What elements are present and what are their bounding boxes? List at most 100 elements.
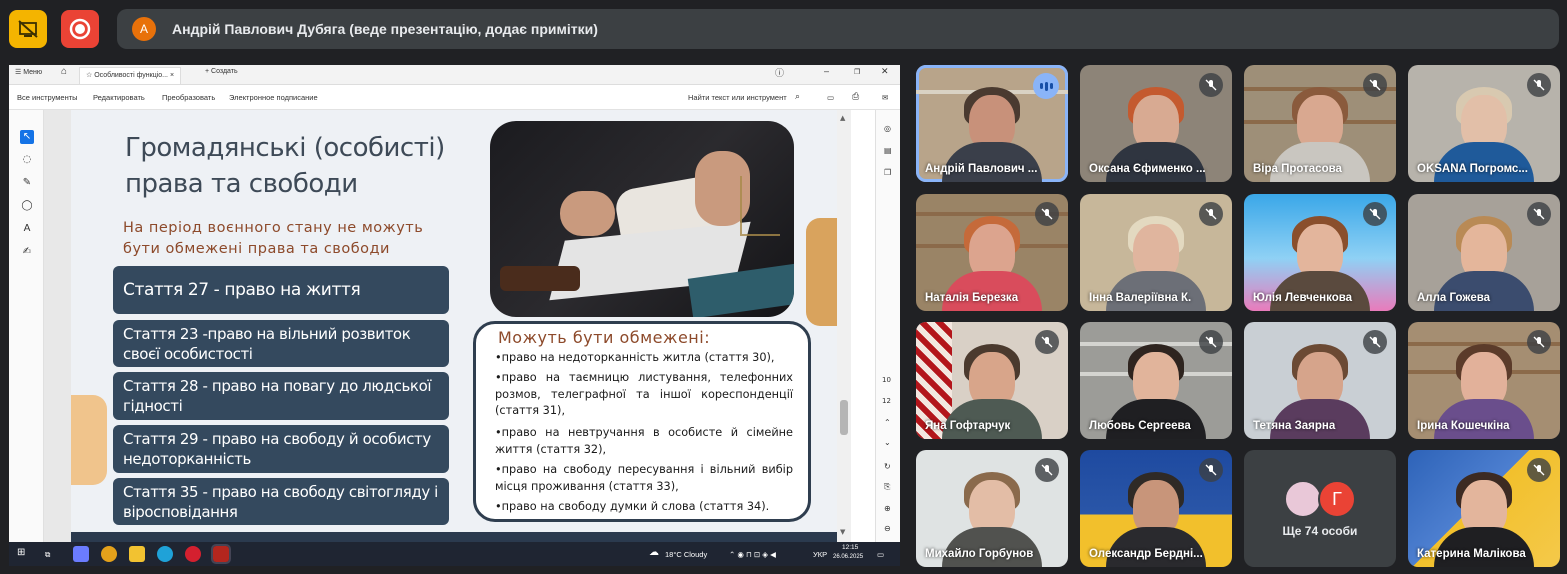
file-explorer-icon[interactable] bbox=[129, 546, 145, 562]
participant-tile[interactable]: Оксана Єфименко ... bbox=[1080, 65, 1232, 182]
presenter-banner-text: Андрій Павлович Дубяга (веде презентацію… bbox=[172, 21, 598, 37]
print-icon[interactable]: ⎙ bbox=[852, 91, 859, 102]
scroll-up-icon: ▲ bbox=[840, 114, 846, 122]
search-tools-input[interactable]: Найти текст или инструмент bbox=[688, 93, 787, 102]
pages-icon[interactable]: ❒ bbox=[884, 168, 891, 177]
toolbar-all-tools[interactable]: Все инструменты bbox=[17, 93, 78, 102]
close-tab-icon: × bbox=[169, 72, 175, 79]
windows-taskbar: ⊞ ⧉ ☁ 18°C Cloudy ⌃ ◉ ⊓ ⊡ ◈ ◀ УКР 12:15 … bbox=[9, 542, 900, 566]
participant-tile[interactable]: Наталія Березка bbox=[916, 194, 1068, 311]
restrictions-title: Можуть бути обмежені: bbox=[498, 328, 711, 347]
close-window-icon[interactable]: ✕ bbox=[881, 66, 889, 77]
participant-avatar: Г bbox=[1318, 480, 1356, 518]
toolbar-edit[interactable]: Редактировать bbox=[93, 93, 145, 102]
menu-button[interactable]: ☰ Меню bbox=[15, 68, 42, 76]
participant-name: Тетяна Заярна bbox=[1253, 420, 1336, 432]
minimize-icon[interactable]: – bbox=[824, 66, 829, 76]
text-box-icon[interactable]: A bbox=[20, 222, 34, 236]
search-icon[interactable]: ⌕ bbox=[795, 91, 800, 102]
participant-tile[interactable]: Андрій Павлович ... bbox=[916, 65, 1068, 182]
zoom-in-icon[interactable]: ⊕ bbox=[884, 504, 891, 513]
mic-off-icon bbox=[1035, 202, 1059, 226]
participant-tile[interactable]: Ірина Кошечкіна bbox=[1408, 322, 1560, 439]
shared-screen: ☰ Меню ⌂ ☆ Особливості функціо... × + Со… bbox=[9, 65, 900, 566]
presenter-banner: А Андрій Павлович Дубяга (веде презентац… bbox=[117, 9, 1559, 49]
participant-name: Катерина Малікова bbox=[1417, 548, 1526, 560]
page-number-current: 10 bbox=[882, 376, 891, 384]
new-tab-button[interactable]: + Создать bbox=[205, 68, 238, 75]
toolbar-esign[interactable]: Электронное подписание bbox=[229, 93, 318, 102]
maximize-icon[interactable]: ❐ bbox=[854, 68, 860, 76]
participant-tile[interactable]: Інна Валеріївна К. bbox=[1080, 194, 1232, 311]
comment-icon[interactable]: ◌ bbox=[20, 153, 34, 167]
participant-tile[interactable]: Олександр Бердні... bbox=[1080, 450, 1232, 567]
participant-name: Наталія Березка bbox=[925, 292, 1019, 304]
mic-off-icon bbox=[1199, 330, 1223, 354]
article-28: Стаття 28 - право на повагу до людської … bbox=[113, 372, 449, 420]
signature-icon[interactable]: ✍ bbox=[20, 245, 34, 259]
copilot-icon[interactable] bbox=[73, 546, 89, 562]
mic-off-icon bbox=[1199, 458, 1223, 482]
participant-name: Юлія Левченкова bbox=[1253, 292, 1353, 304]
participant-name: Олександр Бердні... bbox=[1089, 548, 1203, 560]
toolbar-convert[interactable]: Преобразовать bbox=[162, 93, 215, 102]
zoom-out-icon[interactable]: ⊖ bbox=[884, 524, 891, 533]
acrobat-icon[interactable] bbox=[211, 544, 231, 564]
mail-icon[interactable]: ✉ bbox=[882, 93, 888, 102]
ai-assistant-icon[interactable]: ◎ bbox=[884, 124, 891, 133]
mic-off-icon bbox=[1199, 73, 1223, 97]
weather-text[interactable]: 18°C Cloudy bbox=[665, 550, 707, 559]
mic-off-icon bbox=[1527, 73, 1551, 97]
mic-off-icon bbox=[1363, 202, 1387, 226]
stop-presenting-button[interactable] bbox=[9, 10, 47, 48]
rotate-icon[interactable]: ↻ bbox=[884, 462, 891, 471]
chrome-icon[interactable] bbox=[101, 546, 117, 562]
participant-tile[interactable]: Любовь Сергеева bbox=[1080, 322, 1232, 439]
participant-avatar bbox=[1284, 480, 1322, 518]
opera-icon[interactable] bbox=[185, 546, 201, 562]
document-tab[interactable]: ☆ Особливості функціо... × bbox=[79, 67, 182, 84]
mic-off-icon bbox=[1527, 458, 1551, 482]
participant-tile[interactable]: Михайло Горбунов bbox=[916, 450, 1068, 567]
windows-start-icon[interactable]: ⊞ bbox=[17, 547, 25, 558]
clock-time[interactable]: 12:15 bbox=[842, 544, 858, 551]
recording-button[interactable] bbox=[61, 10, 99, 48]
participant-tile[interactable]: Яна Гофтарчук bbox=[916, 322, 1068, 439]
page-down-icon[interactable]: ⌄ bbox=[884, 438, 891, 447]
help-icon[interactable]: ⓘ bbox=[775, 66, 784, 79]
participant-name: OKSANA Погромс... bbox=[1417, 163, 1528, 175]
bookmark-icon[interactable]: ▤ bbox=[884, 146, 892, 155]
export-icon[interactable]: ⎘ bbox=[884, 482, 890, 492]
page-up-icon[interactable]: ⌃ bbox=[884, 418, 891, 427]
mic-off-icon bbox=[1527, 330, 1551, 354]
participant-tile[interactable]: Віра Протасова bbox=[1244, 65, 1396, 182]
participant-name: Інна Валеріївна К. bbox=[1089, 292, 1192, 304]
record-icon bbox=[69, 18, 91, 40]
vertical-scrollbar[interactable]: ▲ ▼ bbox=[837, 110, 851, 542]
participant-tile[interactable]: Алла Гожева bbox=[1408, 194, 1560, 311]
language-indicator[interactable]: УКР bbox=[813, 550, 827, 559]
select-cursor-icon[interactable]: ↖ bbox=[20, 130, 34, 144]
task-view-icon[interactable]: ⧉ bbox=[45, 550, 50, 560]
home-icon[interactable]: ⌂ bbox=[61, 66, 67, 77]
edge-icon[interactable] bbox=[157, 546, 173, 562]
clock-date[interactable]: 26.06.2025 bbox=[833, 554, 863, 560]
mic-off-icon bbox=[1363, 330, 1387, 354]
more-participants-tile[interactable]: Г Ще 74 особи bbox=[1244, 450, 1396, 567]
mic-off-icon bbox=[1035, 330, 1059, 354]
pen-icon[interactable]: ✎ bbox=[20, 176, 34, 190]
restriction-item: •право на недоторканність житла (стаття … bbox=[495, 351, 775, 364]
participant-tile[interactable]: Катерина Малікова bbox=[1408, 450, 1560, 567]
participant-tile[interactable]: Юлія Левченкова bbox=[1244, 194, 1396, 311]
lasso-icon[interactable]: ◯ bbox=[20, 199, 34, 213]
speaking-indicator-icon bbox=[1033, 73, 1059, 99]
save-icon[interactable]: ▭ bbox=[827, 93, 834, 102]
article-23: Стаття 23 -право на вільний розвиток сво… bbox=[113, 320, 449, 367]
article-35: Стаття 35 - право на свободу світогляду … bbox=[113, 478, 449, 525]
participant-tile[interactable]: Тетяна Заярна bbox=[1244, 322, 1396, 439]
scroll-thumb[interactable] bbox=[840, 400, 848, 435]
participant-tile[interactable]: OKSANA Погромс... bbox=[1408, 65, 1560, 182]
tray-chevron-icon[interactable]: ⌃ ◉ ⊓ ⊡ ◈ ◀ bbox=[729, 550, 776, 559]
scroll-down-icon: ▼ bbox=[840, 528, 846, 536]
notifications-icon[interactable]: ▭ bbox=[877, 550, 884, 559]
